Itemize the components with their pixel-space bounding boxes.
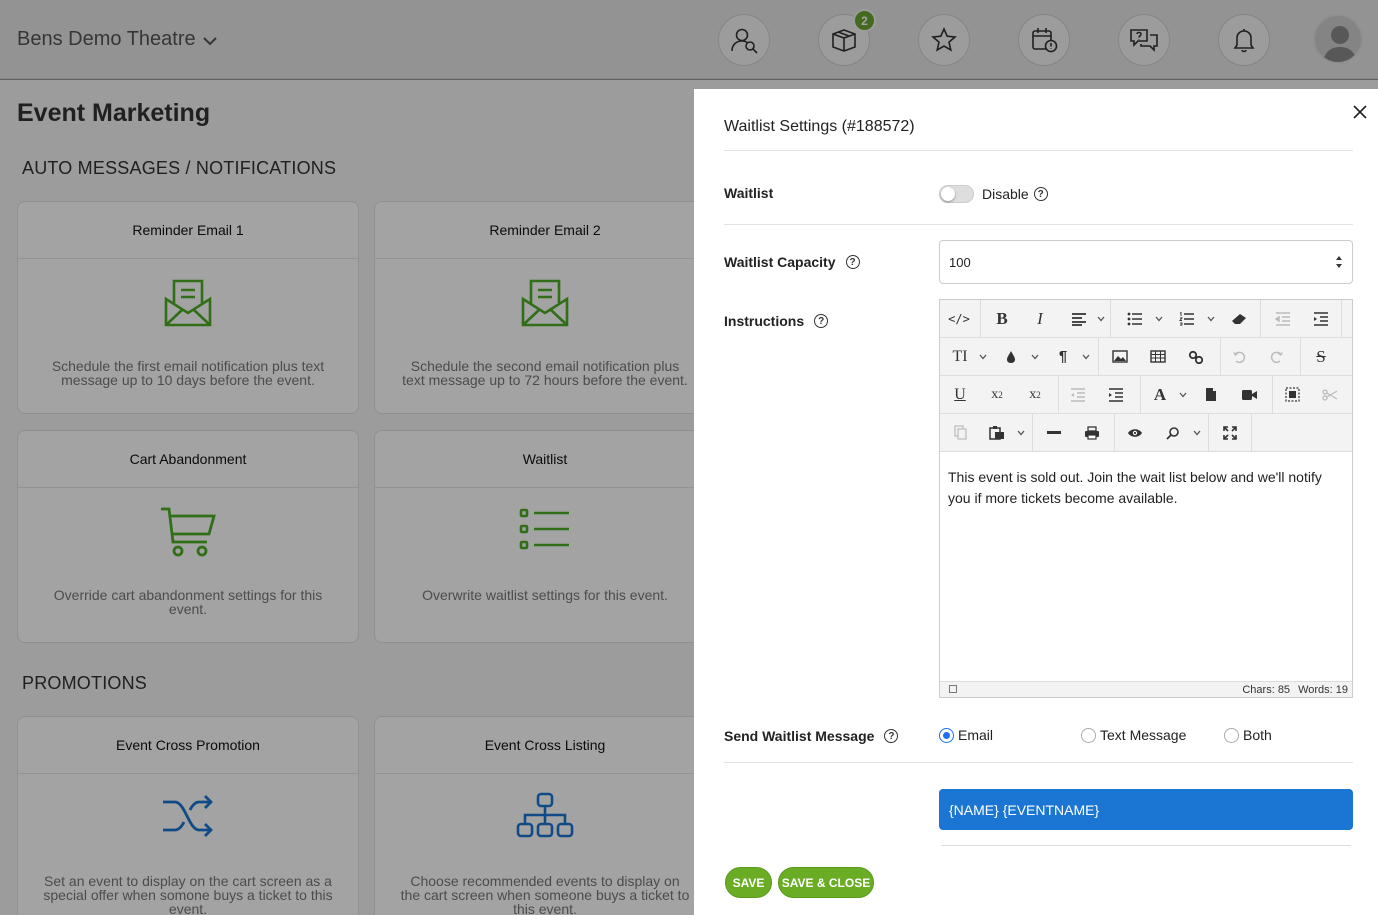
undo-icon[interactable] <box>1222 338 1256 375</box>
divider <box>724 224 1353 225</box>
toolbar-row: TI ¶ S <box>940 338 1352 376</box>
horizontal-rule-icon[interactable] <box>1037 414 1071 451</box>
radio-label: Email <box>958 727 994 743</box>
radio-button[interactable] <box>1081 727 1096 743</box>
search-icon[interactable] <box>1156 414 1190 451</box>
send-message-label-text: Send Waitlist Message <box>724 728 875 744</box>
instructions-label-text: Instructions <box>724 313 805 329</box>
cut-icon[interactable] <box>1313 376 1347 413</box>
chevron-down-icon[interactable] <box>1082 353 1090 361</box>
code-view-icon[interactable]: </> <box>940 300 978 337</box>
help-icon[interactable]: ? <box>845 255 860 269</box>
capacity-label-text: Waitlist Capacity <box>724 254 836 270</box>
save-button[interactable]: SAVE <box>725 867 772 898</box>
select-all-icon[interactable] <box>1275 376 1309 413</box>
help-icon[interactable]: ? <box>1033 187 1048 201</box>
align-icon[interactable] <box>1062 300 1096 337</box>
chevron-down-icon[interactable] <box>1155 315 1163 323</box>
radio-email[interactable]: Email <box>939 727 993 743</box>
radio-label: Both <box>1243 727 1272 743</box>
subscript-icon[interactable]: x2 <box>1018 376 1052 413</box>
save-and-close-button[interactable]: SAVE & CLOSE <box>778 867 874 898</box>
word-count: Words: 19 <box>1298 683 1348 696</box>
font-size-icon[interactable]: TI <box>942 338 978 375</box>
rich-text-editor: </> B I TI ¶ S U x 2 x 2 A This event is… <box>939 299 1353 698</box>
preview-eye-icon[interactable] <box>1118 414 1152 451</box>
waitlist-label: Waitlist <box>724 185 773 201</box>
chevron-down-icon[interactable] <box>1031 353 1039 361</box>
capacity-value: 100 <box>949 254 971 270</box>
capacity-input[interactable]: 100 <box>939 240 1353 284</box>
divider <box>724 150 1353 151</box>
send-message-label: Send Waitlist Message ? <box>724 728 899 744</box>
paragraph-icon[interactable]: ¶ <box>1047 338 1079 375</box>
chevron-down-icon[interactable] <box>1097 315 1105 323</box>
divider <box>941 845 1351 846</box>
redo-icon[interactable] <box>1260 338 1294 375</box>
strikethrough-icon[interactable]: S <box>1304 338 1338 375</box>
table-icon[interactable] <box>1141 338 1175 375</box>
radio-label: Text Message <box>1100 727 1187 743</box>
chevron-down-icon[interactable] <box>1179 391 1187 399</box>
outdent-icon[interactable] <box>1060 376 1096 413</box>
toggle-knob <box>941 187 955 201</box>
close-icon[interactable] <box>1350 102 1370 122</box>
color-drop-icon[interactable] <box>996 338 1026 375</box>
toolbar-row <box>940 414 1352 452</box>
print-icon[interactable] <box>1075 414 1109 451</box>
toolbar-row: U x2 x2 A <box>940 376 1352 414</box>
image-icon[interactable] <box>1103 338 1137 375</box>
editor-status-bar: Chars: 85 Words: 19 <box>940 681 1352 697</box>
modal-title: Waitlist Settings (#188572) <box>724 118 915 135</box>
instructions-label: Instructions ? <box>724 313 829 329</box>
outdent-icon[interactable] <box>1265 300 1301 337</box>
chevron-down-icon[interactable] <box>979 353 987 361</box>
grip-icon[interactable] <box>949 685 957 693</box>
chevron-down-icon[interactable] <box>1207 315 1215 323</box>
paste-icon[interactable] <box>980 414 1014 451</box>
toggle-text: Disable <box>982 186 1029 202</box>
radio-both[interactable]: Both <box>1224 727 1272 743</box>
video-icon[interactable] <box>1232 376 1266 413</box>
waitlist-toggle[interactable] <box>939 185 974 203</box>
copy-icon[interactable] <box>942 414 978 451</box>
chevron-down-icon[interactable] <box>1193 429 1201 437</box>
toolbar-row: </> B I <box>940 300 1352 338</box>
editor-content[interactable]: This event is sold out. Join the wait li… <box>940 453 1352 681</box>
char-count: Chars: 85 <box>1242 683 1291 696</box>
underline-icon[interactable]: U <box>942 376 978 413</box>
link-icon[interactable] <box>1179 338 1213 375</box>
spinner-arrows-icon[interactable] <box>1335 255 1343 269</box>
bullet-list-icon[interactable] <box>1120 300 1150 337</box>
indent-icon[interactable] <box>1304 300 1338 337</box>
radio-button[interactable] <box>1224 727 1239 743</box>
fullscreen-icon[interactable] <box>1213 414 1247 451</box>
divider <box>724 762 1353 763</box>
waitlist-label-text: Waitlist <box>724 185 774 201</box>
radio-button-selected[interactable] <box>939 727 954 743</box>
waitlist-settings-modal: Waitlist Settings (#188572) Waitlist Dis… <box>694 89 1378 915</box>
waitlist-toggle-label: Disable ? <box>982 186 1048 202</box>
bold-icon[interactable]: B <box>985 300 1019 337</box>
merge-tags-bar[interactable]: {NAME} {EVENTNAME} <box>939 789 1353 830</box>
radio-text-message[interactable]: Text Message <box>1081 727 1186 743</box>
numbered-list-icon[interactable] <box>1172 300 1202 337</box>
eraser-icon[interactable] <box>1222 300 1256 337</box>
capacity-label: Waitlist Capacity ? <box>724 254 860 270</box>
chevron-down-icon[interactable] <box>1017 429 1025 437</box>
file-icon[interactable] <box>1194 376 1228 413</box>
superscript-icon[interactable]: x2 <box>980 376 1014 413</box>
help-icon[interactable]: ? <box>814 314 829 328</box>
indent-icon[interactable] <box>1099 376 1133 413</box>
font-color-icon[interactable]: A <box>1144 376 1176 413</box>
help-icon[interactable]: ? <box>884 729 899 743</box>
italic-icon[interactable]: I <box>1023 300 1057 337</box>
